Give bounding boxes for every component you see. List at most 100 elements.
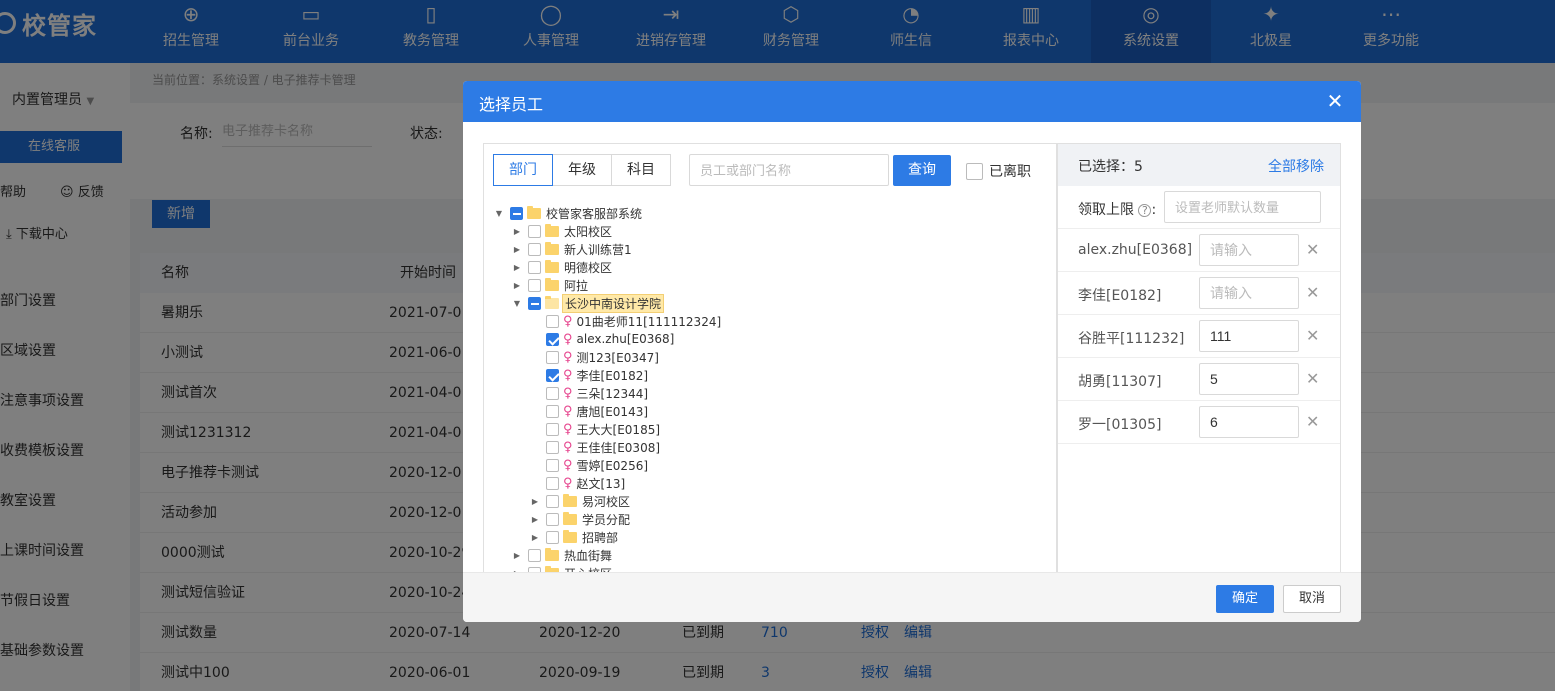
tree-node[interactable]: ▶ 易河校区 bbox=[530, 492, 632, 510]
tree-node-checkbox[interactable] bbox=[528, 260, 541, 274]
expand-right-icon[interactable]: ▶ bbox=[512, 245, 522, 254]
tree-node[interactable]: ▶ 阿拉 bbox=[512, 276, 590, 294]
expand-down-icon[interactable]: ▼ bbox=[494, 209, 504, 218]
expand-right-icon[interactable]: ▶ bbox=[512, 281, 522, 290]
tree-node[interactable]: ▼ 长沙中南设计学院 bbox=[512, 293, 665, 313]
tree-node[interactable]: ▶ 招聘部 bbox=[530, 528, 620, 546]
tree-node[interactable]: ♀ alex.zhu[E0368] bbox=[530, 330, 676, 348]
resigned-toggle[interactable]: 已离职 bbox=[966, 161, 1031, 181]
expand-right-icon[interactable]: ▶ bbox=[530, 515, 540, 524]
picker-tabs: 部门 年级 科目 bbox=[493, 154, 671, 186]
folder-icon bbox=[563, 493, 577, 507]
close-icon[interactable]: ✕ bbox=[1325, 91, 1345, 111]
tree-node-checkbox[interactable] bbox=[528, 224, 541, 238]
selected-count: 已选择：5 bbox=[1078, 159, 1143, 175]
folder-open-icon bbox=[545, 295, 559, 309]
selected-item-limit-input[interactable] bbox=[1199, 363, 1299, 395]
tree-node-checkbox[interactable] bbox=[528, 242, 541, 256]
tree-node[interactable]: ▶ 太阳校区 bbox=[512, 222, 614, 240]
tree-node-checkbox[interactable] bbox=[546, 422, 559, 436]
tree-node-checkbox[interactable] bbox=[546, 476, 559, 490]
tree-node-checkbox[interactable] bbox=[546, 530, 559, 544]
tree-node-checkbox[interactable] bbox=[528, 548, 541, 562]
help-circle-icon[interactable]: ? bbox=[1138, 204, 1152, 217]
resigned-checkbox[interactable] bbox=[966, 162, 983, 180]
tree-node[interactable]: ♀ 李佳[E0182] bbox=[530, 366, 650, 384]
tree-node[interactable]: ♀ 唐旭[E0143] bbox=[530, 402, 650, 420]
remove-icon[interactable]: ✕ bbox=[1306, 283, 1319, 302]
tree-node-checkbox[interactable] bbox=[510, 206, 523, 220]
tree-node-checkbox[interactable] bbox=[546, 350, 559, 364]
tree-node[interactable]: ♀ 雪婷[E0256] bbox=[530, 456, 650, 474]
staff-search-input[interactable] bbox=[689, 154, 889, 186]
tree-node-label: 三朵[12344] bbox=[576, 386, 649, 401]
tab-grade[interactable]: 年级 bbox=[552, 154, 612, 186]
tree-node[interactable]: ▶ 新人训练营1 bbox=[512, 240, 634, 258]
expand-right-icon[interactable]: ▶ bbox=[530, 533, 540, 542]
tree-node-label: alex.zhu[E0368] bbox=[576, 332, 675, 346]
tree-node[interactable]: ♀ 01曲老师11[111112324] bbox=[530, 312, 723, 330]
default-limit-input[interactable] bbox=[1164, 191, 1321, 223]
query-button[interactable]: 查询 bbox=[893, 155, 951, 186]
tree-node-label: 新人训练营1 bbox=[564, 242, 632, 257]
tree-node-checkbox[interactable] bbox=[528, 296, 541, 310]
tree-node[interactable]: ♀ 王大大[E0185] bbox=[530, 420, 662, 438]
cancel-button[interactable]: 取消 bbox=[1283, 585, 1341, 613]
tree-node-checkbox[interactable] bbox=[546, 368, 559, 382]
selected-pane: 已选择：5 全部移除 领取上限 ?: alex.zhu[E0368]✕李佳[E0… bbox=[1057, 143, 1341, 573]
confirm-button[interactable]: 确定 bbox=[1216, 585, 1274, 613]
selected-item-name: 胡勇[11307] bbox=[1078, 374, 1162, 390]
selected-item-limit-input[interactable] bbox=[1199, 320, 1299, 352]
tree-node[interactable]: ♀ 三朵[12344] bbox=[530, 384, 650, 402]
tree-node[interactable]: ♀ 赵文[13] bbox=[530, 474, 627, 492]
tab-department[interactable]: 部门 bbox=[493, 154, 553, 186]
tree-node-label: 易河校区 bbox=[582, 494, 631, 509]
tab-subject[interactable]: 科目 bbox=[611, 154, 671, 186]
selected-item: alex.zhu[E0368] ✕ bbox=[1058, 229, 1340, 272]
remove-icon[interactable]: ✕ bbox=[1306, 412, 1319, 431]
department-tree: ▼ 校管家客服部系统 ▶ 太阳校区 ▶ 新人训练营1 ▶ 明德校区 ▶ 阿拉 ▼ 长沙中南设计学院 ♀ 0… bbox=[484, 200, 1056, 574]
tree-node-label: 王大大[E0185] bbox=[576, 422, 661, 437]
tree-node-checkbox[interactable] bbox=[546, 386, 559, 400]
female-user-icon: ♀ bbox=[563, 367, 573, 383]
selected-item: 胡勇[11307] ✕ bbox=[1058, 358, 1340, 401]
tree-node-label: 招聘部 bbox=[582, 530, 619, 545]
tree-node-checkbox[interactable] bbox=[546, 458, 559, 472]
tree-node-label: 01曲老师11[111112324] bbox=[576, 314, 722, 329]
tree-node-checkbox[interactable] bbox=[546, 512, 559, 526]
expand-down-icon[interactable]: ▼ bbox=[512, 299, 522, 308]
tree-node-checkbox[interactable] bbox=[546, 440, 559, 454]
tree-node[interactable]: ▶ 明德校区 bbox=[512, 258, 614, 276]
female-user-icon: ♀ bbox=[563, 331, 573, 347]
selected-item-limit-input[interactable] bbox=[1199, 234, 1299, 266]
tree-node-checkbox[interactable] bbox=[546, 332, 559, 346]
expand-right-icon[interactable]: ▶ bbox=[530, 497, 540, 506]
tree-node[interactable]: ♀ 测123[E0347] bbox=[530, 348, 661, 366]
tree-node[interactable]: ▶ 热血街舞 bbox=[512, 546, 614, 564]
expand-right-icon[interactable]: ▶ bbox=[512, 227, 522, 236]
female-user-icon: ♀ bbox=[563, 475, 573, 491]
tree-node[interactable]: ♀ 王佳佳[E0308] bbox=[530, 438, 662, 456]
tree-node-checkbox[interactable] bbox=[528, 278, 541, 292]
tree-node-label: 明德校区 bbox=[564, 260, 613, 275]
folder-icon bbox=[545, 277, 559, 291]
tree-node[interactable]: ▶ 学员分配 bbox=[530, 510, 632, 528]
expand-right-icon[interactable]: ▶ bbox=[512, 551, 522, 560]
tree-node-checkbox[interactable] bbox=[546, 404, 559, 418]
selected-item: 李佳[E0182] ✕ bbox=[1058, 272, 1340, 315]
female-user-icon: ♀ bbox=[563, 403, 573, 419]
remove-icon[interactable]: ✕ bbox=[1306, 326, 1319, 345]
remove-all-link[interactable]: 全部移除 bbox=[1268, 156, 1324, 176]
selected-item-limit-input[interactable] bbox=[1199, 406, 1299, 438]
selected-item-name: alex.zhu[E0368] bbox=[1078, 242, 1193, 258]
selected-item-limit-input[interactable] bbox=[1199, 277, 1299, 309]
tree-node[interactable]: ▼ 校管家客服部系统 bbox=[494, 204, 644, 222]
remove-icon[interactable]: ✕ bbox=[1306, 369, 1319, 388]
remove-icon[interactable]: ✕ bbox=[1306, 240, 1319, 259]
tree-node-checkbox[interactable] bbox=[546, 494, 559, 508]
expand-right-icon[interactable]: ▶ bbox=[512, 263, 522, 272]
tree-node-label: 阿拉 bbox=[564, 278, 589, 293]
tree-node-checkbox[interactable] bbox=[546, 314, 559, 328]
dialog-footer: 确定 取消 bbox=[463, 572, 1361, 622]
folder-icon bbox=[545, 547, 559, 561]
